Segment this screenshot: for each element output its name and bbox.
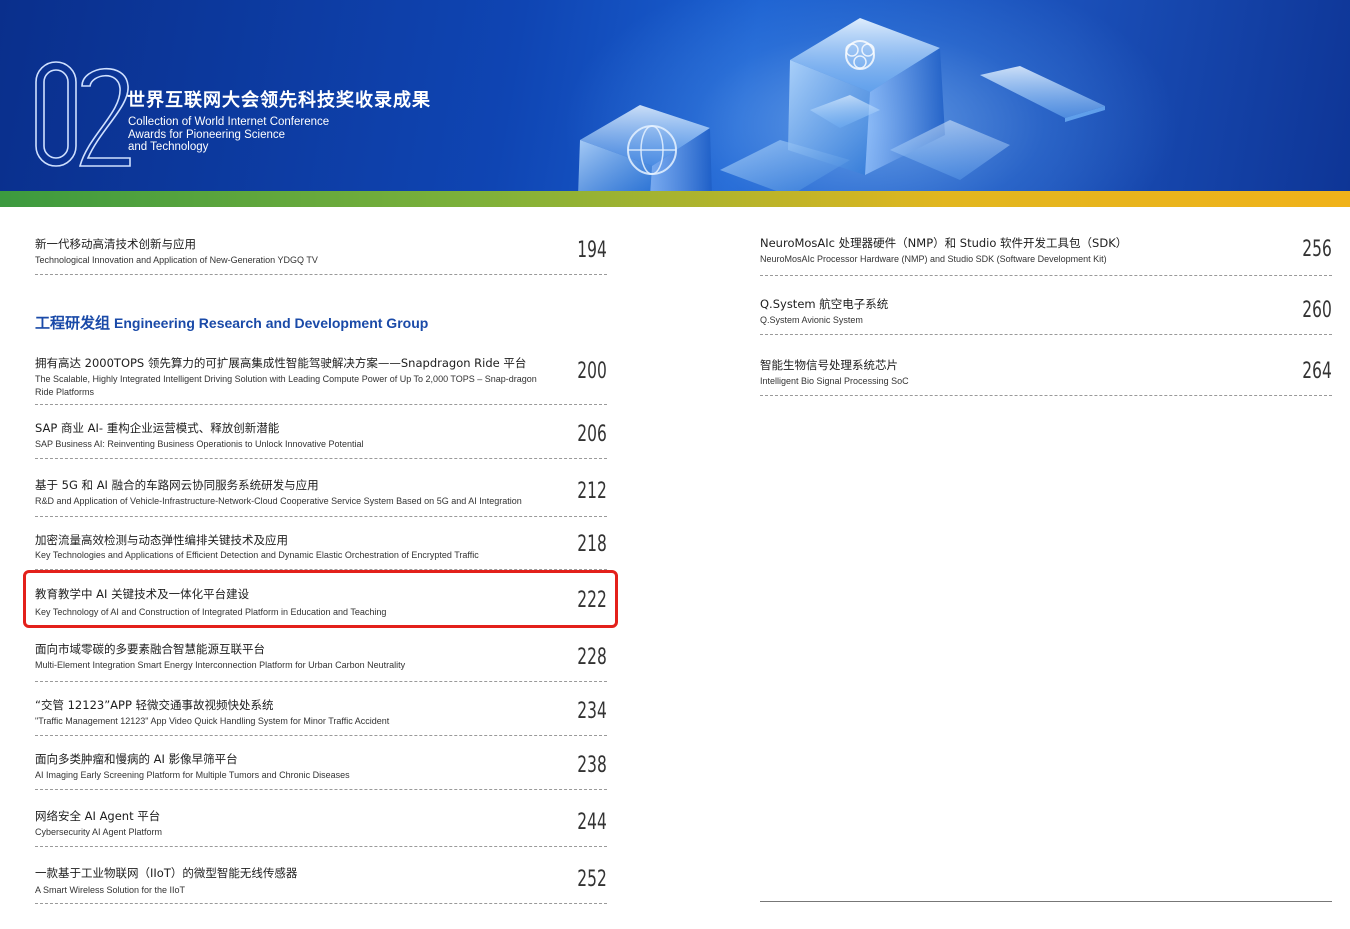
entry-title-cn: 面向市域零碳的多要素融合智慧能源互联平台 [35,642,265,656]
entry-title-cn: NeuroMosAIc 处理器硬件（NMP）和 Studio 软件开发工具包（S… [760,236,1128,250]
entry-page-number: 212 [577,479,607,504]
banner-color-stripe [0,191,1350,207]
toc-entry[interactable]: 网络安全 AI Agent 平台 Cybersecurity AI Agent … [35,808,607,847]
toc-entry[interactable]: 面向市域零碳的多要素融合智慧能源互联平台 Multi-Element Integ… [35,641,607,682]
entry-title-cn: 基于 5G 和 AI 融合的车路网云协同服务系统研发与应用 [35,478,319,492]
toc-entry[interactable]: 拥有高达 2000TOPS 领先算力的可扩展高集成性智能驾驶解决方案——Snap… [35,355,607,405]
highlight-box [23,570,618,628]
entry-title-cn: SAP 商业 AI- 重构企业运营模式、释放创新潜能 [35,421,280,435]
entry-page-number: 228 [577,645,607,670]
entry-page-number: 252 [577,867,607,892]
entry-page-number: 260 [1302,298,1332,323]
banner-title-en-line: Awards for Pioneering Science [128,128,286,141]
banner-title-en-line: and Technology [128,141,209,153]
toc-entry[interactable]: SAP 商业 AI- 重构企业运营模式、释放创新潜能 SAP Business … [35,420,607,459]
chapter-number [35,61,131,167]
toc-entry[interactable]: 基于 5G 和 AI 融合的车路网云协同服务系统研发与应用 R&D and Ap… [35,477,607,517]
entry-title-en: Intelligent Bio Signal Processing SoC [760,376,909,386]
entry-title-cn: 一款基于工业物联网（IIoT）的微型智能无线传感器 [35,866,298,880]
entry-title-en: NeuroMosAIc Processor Hardware (NMP) and… [760,254,1107,264]
entry-title-en: Key Technologies and Applications of Eff… [35,550,479,560]
entry-title-en: SAP Business AI: Reinventing Business Op… [35,439,364,449]
toc-entry[interactable]: “交管 12123”APP 轻微交通事故视频快处系统 "Traffic Mana… [35,697,607,736]
entry-page-number: 264 [1302,359,1332,384]
entry-title-cn: 新一代移动高清技术创新与应用 [35,237,196,251]
entry-title-en: R&D and Application of Vehicle-Infrastru… [35,496,522,506]
entry-page-number: 256 [1302,237,1332,262]
toc-entry[interactable]: 新一代移动高清技术创新与应用 Technological Innovation … [35,236,607,275]
entry-page-number: 218 [577,532,607,557]
toc-entry[interactable]: 加密流量高效检测与动态弹性编排关键技术及应用 Key Technologies … [35,532,607,570]
toc-entry[interactable]: Q.System 航空电子系统 Q.System Avionic System … [760,296,1332,335]
toc-entry[interactable]: NeuroMosAIc 处理器硬件（NMP）和 Studio 软件开发工具包（S… [760,235,1332,276]
entry-page-number: 194 [577,238,607,263]
entry-page-number: 234 [577,699,607,724]
toc-entry[interactable]: 智能生物信号处理系统芯片 Intelligent Bio Signal Proc… [760,357,1332,396]
section-heading-cn: 工程研发组 [35,314,111,332]
section-heading: 工程研发组 Engineering Research and Developmen… [35,312,428,333]
entry-page-number: 238 [577,753,607,778]
section-heading-en: Engineering Research and Development Gro… [114,315,429,331]
banner-title-cn: 世界互联网大会领先科技奖收录成果 [127,90,431,111]
entry-page-number: 244 [577,810,607,835]
entry-title-en: The Scalable, Highly Integrated Intellig… [35,374,537,397]
entry-title-en: Cybersecurity AI Agent Platform [35,827,163,837]
entry-page-number: 206 [577,422,607,447]
entry-page-number: 200 [577,359,607,384]
glass-cubes-illustration [578,18,1105,196]
header-banner: 世界互联网大会领先科技奖收录成果 Collection of World Int… [0,0,1350,196]
toc-entry[interactable]: 一款基于工业物联网（IIoT）的微型智能无线传感器 A Smart Wirele… [35,865,607,904]
entry-title-cn: 智能生物信号处理系统芯片 [760,358,898,372]
entry-title-cn: 网络安全 AI Agent 平台 [35,809,161,823]
entry-title-cn: 加密流量高效检测与动态弹性编排关键技术及应用 [35,533,288,547]
entry-title-cn: 面向多类肿瘤和慢病的 AI 影像早筛平台 [35,752,238,766]
banner-title-en-line: Collection of World Internet Conference [128,116,330,128]
entry-title-cn: Q.System 航空电子系统 [760,297,889,311]
entry-title-en: Multi-Element Integration Smart Energy I… [35,660,406,670]
entry-title-cn: 拥有高达 2000TOPS 领先算力的可扩展高集成性智能驾驶解决方案——Snap… [35,356,527,370]
entry-title-en: "Traffic Management 12123" App Video Qui… [35,716,390,726]
entry-title-en: AI Imaging Early Screening Platform for … [35,770,350,780]
toc-entry[interactable]: 面向多类肿瘤和慢病的 AI 影像早筛平台 AI Imaging Early Sc… [35,751,607,790]
bottom-divider [760,901,1332,902]
entry-title-cn: “交管 12123”APP 轻微交通事故视频快处系统 [35,698,274,712]
banner-title-en: Collection of World Internet Conference … [128,116,368,154]
entry-title-en: Q.System Avionic System [760,315,863,325]
entry-title-en: Technological Innovation and Application… [35,255,318,265]
entry-title-en: A Smart Wireless Solution for the IIoT [35,885,186,895]
